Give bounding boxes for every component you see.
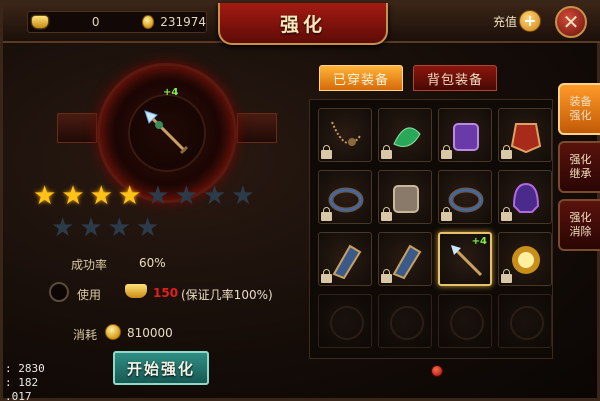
gold-count: 231974: [160, 15, 206, 29]
guarantee-text: (保证几率100%): [181, 288, 273, 302]
side-tab-remove[interactable]: 强化 消除: [558, 199, 600, 251]
close-button[interactable]: ✕: [555, 6, 587, 38]
ingot-icon: [32, 16, 48, 28]
side-tab-inherit-label: 强化 继承: [569, 153, 592, 180]
lock-icon: [321, 145, 332, 159]
lock-icon: [321, 269, 332, 283]
lock-icon: [381, 207, 392, 221]
side-tab-enhance[interactable]: 装备 强化: [558, 83, 600, 135]
star-empty-icon: ★: [107, 213, 131, 243]
spear-icon: [451, 245, 483, 277]
belt-icon: [393, 185, 419, 213]
game-window: 0 231974 强化 充值 + ✕ +4 ★ ★ ★ ★ ★ ★ ★ ★ ★ ★ ★ ★ 成功率 …: [0, 0, 600, 401]
lock-icon: [501, 269, 512, 283]
side-tab-remove-label: 强化 消除: [569, 211, 592, 238]
helmet-icon: [512, 182, 540, 213]
equipment-grid: +4: [309, 99, 553, 359]
empty-equipment-slot[interactable]: [378, 294, 432, 348]
lock-icon: [501, 207, 512, 221]
equipment-slot-helmet[interactable]: [498, 170, 552, 224]
bracer-icon: [332, 244, 362, 280]
ingot-icon: [125, 284, 147, 298]
star-filled-icon: ★: [33, 181, 57, 211]
page-indicator[interactable]: [431, 365, 443, 377]
gold-coin-icon: [105, 324, 121, 340]
equipment-slot-medal[interactable]: [498, 232, 552, 286]
wheel-ornament-right: [237, 113, 277, 143]
lock-icon: [321, 207, 332, 221]
equipment-slot-ring[interactable]: [318, 170, 372, 224]
side-tab-enhance-label: 装备 强化: [569, 95, 592, 122]
star-empty-icon: ★: [146, 181, 170, 211]
star-empty-icon: ★: [135, 213, 160, 243]
success-rate-label: 成功率: [71, 258, 108, 272]
weapon-plus-level: +4: [163, 87, 179, 98]
equipment-slot-boots[interactable]: [438, 108, 492, 162]
use-label: 使用: [77, 288, 102, 302]
weapon-slot[interactable]: [128, 94, 206, 172]
side-tab-inherit[interactable]: 强化 继承: [558, 141, 600, 193]
bracer-icon: [392, 244, 422, 280]
star-filled-icon: ★: [117, 181, 142, 211]
lock-icon: [441, 207, 452, 221]
star-empty-icon: ★: [51, 213, 75, 243]
star-row-1: ★ ★ ★ ★ ★ ★ ★ ★: [33, 183, 255, 209]
empty-equipment-slot[interactable]: [498, 294, 552, 348]
page-title: 强化: [279, 13, 326, 36]
equipment-slot-spear[interactable]: +4: [438, 232, 492, 286]
boots-icon: [453, 123, 479, 151]
wheel-ornament-left: [57, 113, 97, 143]
lock-icon: [441, 145, 452, 159]
ring-icon: [448, 187, 484, 213]
tab-equipped[interactable]: 已穿装备: [319, 65, 403, 91]
use-amount: 150: [153, 286, 179, 300]
medal-icon: [512, 246, 540, 274]
equipment-slot-jade-pendant[interactable]: [378, 108, 432, 162]
cost-value: 810000: [127, 326, 173, 340]
lock-icon: [381, 269, 392, 283]
lock-icon: [501, 145, 512, 159]
cost-label: 消耗: [73, 328, 98, 342]
star-filled-icon: ★: [61, 181, 85, 211]
use-ingot-checkbox[interactable]: [49, 282, 69, 302]
success-rate-value: 60%: [139, 256, 166, 270]
lock-icon: [381, 145, 392, 159]
title-plaque: 强化: [218, 3, 388, 45]
debug-line-3: .017: [5, 390, 32, 401]
ingot-resource: 0 231974: [27, 11, 207, 33]
equipment-slot-ring[interactable]: [438, 170, 492, 224]
enhance-panel: +4 ★ ★ ★ ★ ★ ★ ★ ★ ★ ★ ★ ★ 成功率 60% 使用 150 (保证几率100…: [13, 45, 303, 390]
equipment-slot-necklace[interactable]: [318, 108, 372, 162]
star-row-2: ★ ★ ★ ★: [51, 215, 159, 241]
ring-icon: [328, 187, 364, 213]
star-empty-icon: ★: [231, 181, 255, 211]
jade-pendant-icon: [393, 127, 421, 147]
item-plus-level: +4: [471, 236, 487, 247]
start-enhance-button[interactable]: 开始强化: [113, 351, 209, 385]
debug-line-2: : 182: [5, 376, 39, 389]
equipment-slot-belt[interactable]: [378, 170, 432, 224]
equipment-slot-bracer[interactable]: [318, 232, 372, 286]
armor-icon: [510, 123, 542, 154]
gold-coin-icon: [141, 15, 155, 29]
tab-bag[interactable]: 背包装备: [413, 65, 497, 91]
star-empty-icon: ★: [79, 213, 103, 243]
necklace-icon: [331, 121, 361, 146]
debug-line-1: : 2830: [5, 362, 45, 375]
empty-equipment-slot[interactable]: [438, 294, 492, 348]
star-empty-icon: ★: [202, 181, 227, 211]
recharge-button[interactable]: +: [519, 10, 541, 32]
spear-icon: [144, 110, 189, 155]
empty-equipment-slot[interactable]: [318, 294, 372, 348]
recharge-label[interactable]: 充值: [493, 13, 517, 30]
equipment-slot-bracer[interactable]: [378, 232, 432, 286]
equipment-slot-armor[interactable]: [498, 108, 552, 162]
ingot-count: 0: [91, 15, 100, 29]
star-empty-icon: ★: [174, 181, 198, 211]
star-filled-icon: ★: [89, 181, 113, 211]
